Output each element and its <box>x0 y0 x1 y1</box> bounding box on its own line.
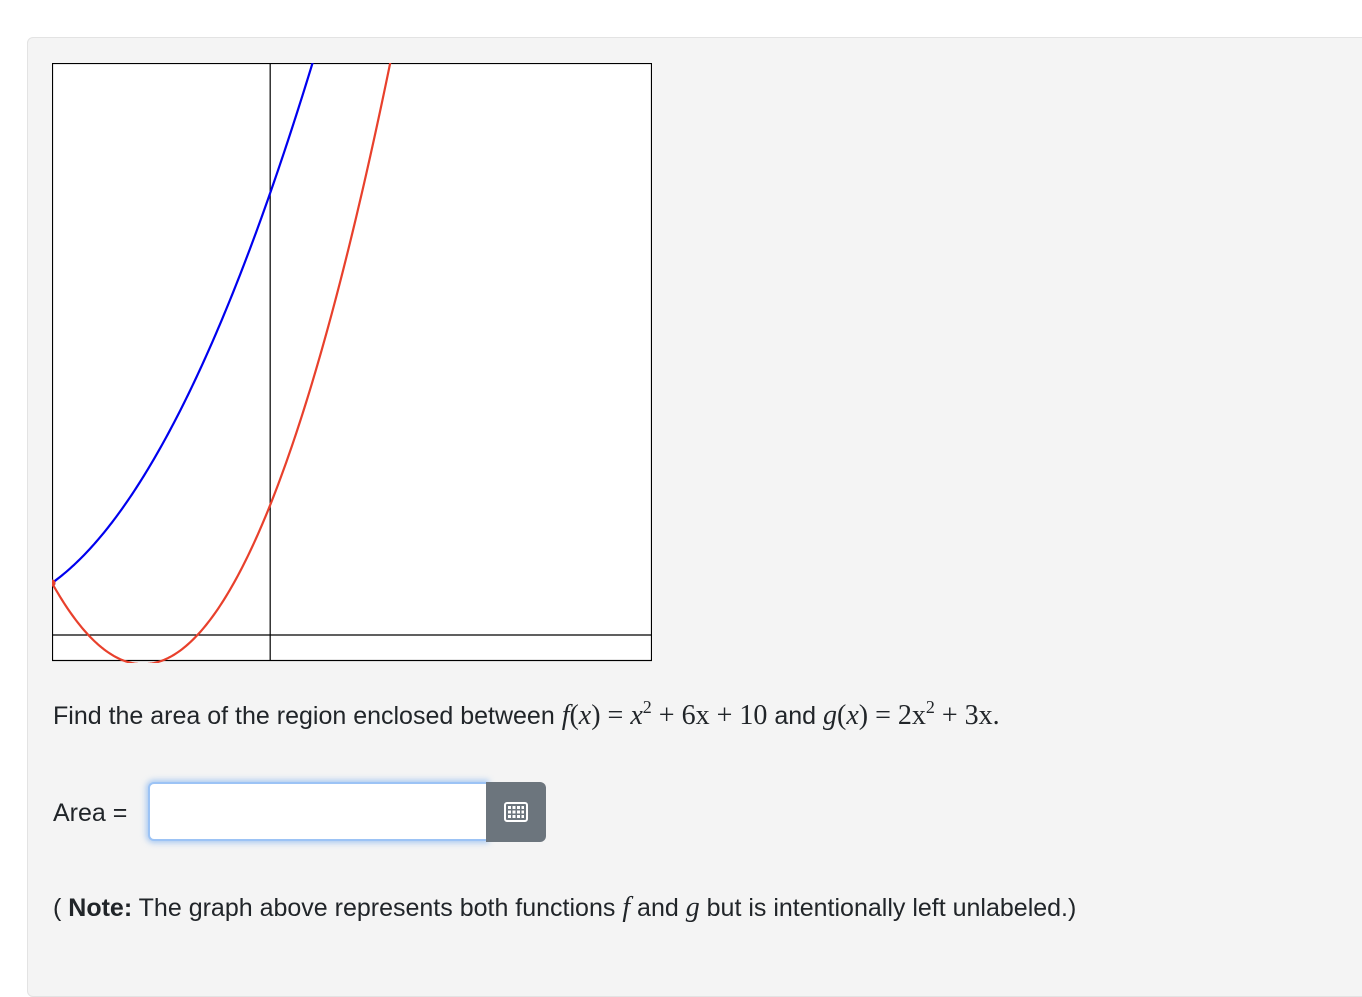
g-rhs-lead: 2x <box>897 700 926 731</box>
and-text: and <box>767 702 823 730</box>
note-body-1: The graph above represents both function… <box>132 894 623 922</box>
note-open: ( <box>53 894 69 922</box>
area-answer-input[interactable] <box>148 782 487 841</box>
f-symbol: f <box>561 700 570 731</box>
note-g-symbol: g <box>685 892 700 923</box>
keypad-button[interactable] <box>486 782 546 842</box>
keypad-icon <box>504 802 528 822</box>
graph-frame <box>52 63 652 662</box>
g-symbol: g <box>823 700 837 731</box>
question-prefix: Find the area of the region enclosed bet… <box>53 702 562 730</box>
note-bold: Note: <box>68 894 133 922</box>
f-equation: f(x) = x2 + 6x + 10 <box>561 697 768 731</box>
note-text: ( Note: The graph above represents both … <box>53 888 1076 928</box>
g-rhs: + 3x. <box>934 700 1000 731</box>
note-f-symbol: f <box>622 892 631 923</box>
g-exponent: 2 <box>925 697 935 717</box>
question-text: Find the area of the region enclosed bet… <box>53 696 1000 736</box>
note-and: and <box>630 894 686 922</box>
g-equation: g(x) = 2x2 + 3x. <box>823 697 1000 731</box>
f-exponent: 2 <box>642 697 652 717</box>
area-label: Area = <box>53 799 128 827</box>
f-rhs: + 6x + 10 <box>651 700 768 731</box>
note-body-2: but is intentionally left unlabeled.) <box>699 894 1077 922</box>
function-graph <box>52 63 652 663</box>
